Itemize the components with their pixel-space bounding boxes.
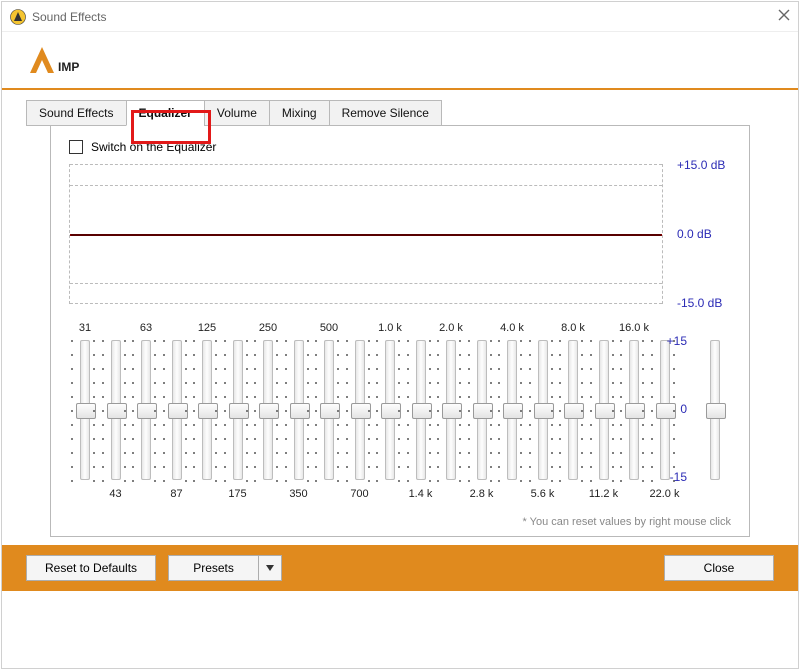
graph-bot-label: -15.0 dB xyxy=(677,296,722,310)
band-label: 16.0 k xyxy=(606,322,662,334)
band-label: 43 xyxy=(88,488,144,500)
band-label: 2.8 k xyxy=(454,488,510,500)
band-label: 63 xyxy=(118,322,174,334)
tabs: Sound EffectsEqualizerVolumeMixingRemove… xyxy=(2,90,798,545)
band-label: 8.0 k xyxy=(545,322,601,334)
titlebar: Sound Effects xyxy=(2,2,798,32)
graph-mid-label: 0.0 dB xyxy=(677,227,712,241)
graph-top-label: +15.0 dB xyxy=(677,158,725,172)
brand-logo: IMP xyxy=(2,32,798,88)
tab-volume[interactable]: Volume xyxy=(204,100,270,126)
window-title: Sound Effects xyxy=(32,10,107,24)
close-button[interactable]: Close xyxy=(664,555,774,581)
band-label: 1.4 k xyxy=(393,488,449,500)
switch-row[interactable]: Switch on the Equalizer xyxy=(69,140,731,154)
band-label: 500 xyxy=(301,322,357,334)
reset-button[interactable]: Reset to Defaults xyxy=(26,555,156,581)
presets-group[interactable]: Presets xyxy=(168,555,282,581)
band-label: 4.0 k xyxy=(484,322,540,334)
graph-area xyxy=(69,164,663,304)
band-label: 700 xyxy=(332,488,388,500)
switch-checkbox[interactable] xyxy=(69,140,83,154)
band-label: 2.0 k xyxy=(423,322,479,334)
sound-effects-window: Sound Effects IMP Sound EffectsEqualizer… xyxy=(1,1,799,669)
band-label: 250 xyxy=(240,322,296,334)
eq-sliders: 22.0 k16.0 k11.2 k8.0 k5.6 k4.0 k2.8 k2.… xyxy=(69,322,731,512)
band-label: 125 xyxy=(179,322,235,334)
eq-graph: +15.0 dB 0.0 dB -15.0 dB xyxy=(69,164,731,304)
slider-scale: +15 0 -15 xyxy=(657,322,687,512)
band-label: 5.6 k xyxy=(515,488,571,500)
switch-label: Switch on the Equalizer xyxy=(91,140,216,154)
scale-top: +15 xyxy=(657,334,687,348)
reset-hint: * You can reset values by right mouse cl… xyxy=(69,516,731,528)
close-icon[interactable] xyxy=(778,9,790,24)
scale-bot: -15 xyxy=(657,470,687,484)
app-icon xyxy=(10,9,26,25)
band-label: 1.0 k xyxy=(362,322,418,334)
graph-scale: +15.0 dB 0.0 dB -15.0 dB xyxy=(671,164,731,304)
tab-equalizer[interactable]: Equalizer xyxy=(126,100,205,126)
equalizer-panel: Switch on the Equalizer +15.0 dB 0.0 dB … xyxy=(50,125,750,537)
svg-text:IMP: IMP xyxy=(58,60,79,74)
scale-mid: 0 xyxy=(657,402,687,416)
band-label: 87 xyxy=(149,488,205,500)
band-label: 175 xyxy=(210,488,266,500)
eq-curve xyxy=(70,234,662,236)
tab-mixing[interactable]: Mixing xyxy=(269,100,330,126)
tab-sound-effects[interactable]: Sound Effects xyxy=(26,100,127,126)
presets-dropdown[interactable] xyxy=(258,555,282,581)
band-label: 11.2 k xyxy=(576,488,632,500)
band-label: 350 xyxy=(271,488,327,500)
band-label: 31 xyxy=(57,322,113,334)
tab-remove-silence[interactable]: Remove Silence xyxy=(329,100,442,126)
presets-button[interactable]: Presets xyxy=(168,555,258,581)
footer: Reset to Defaults Presets Close xyxy=(2,545,798,591)
